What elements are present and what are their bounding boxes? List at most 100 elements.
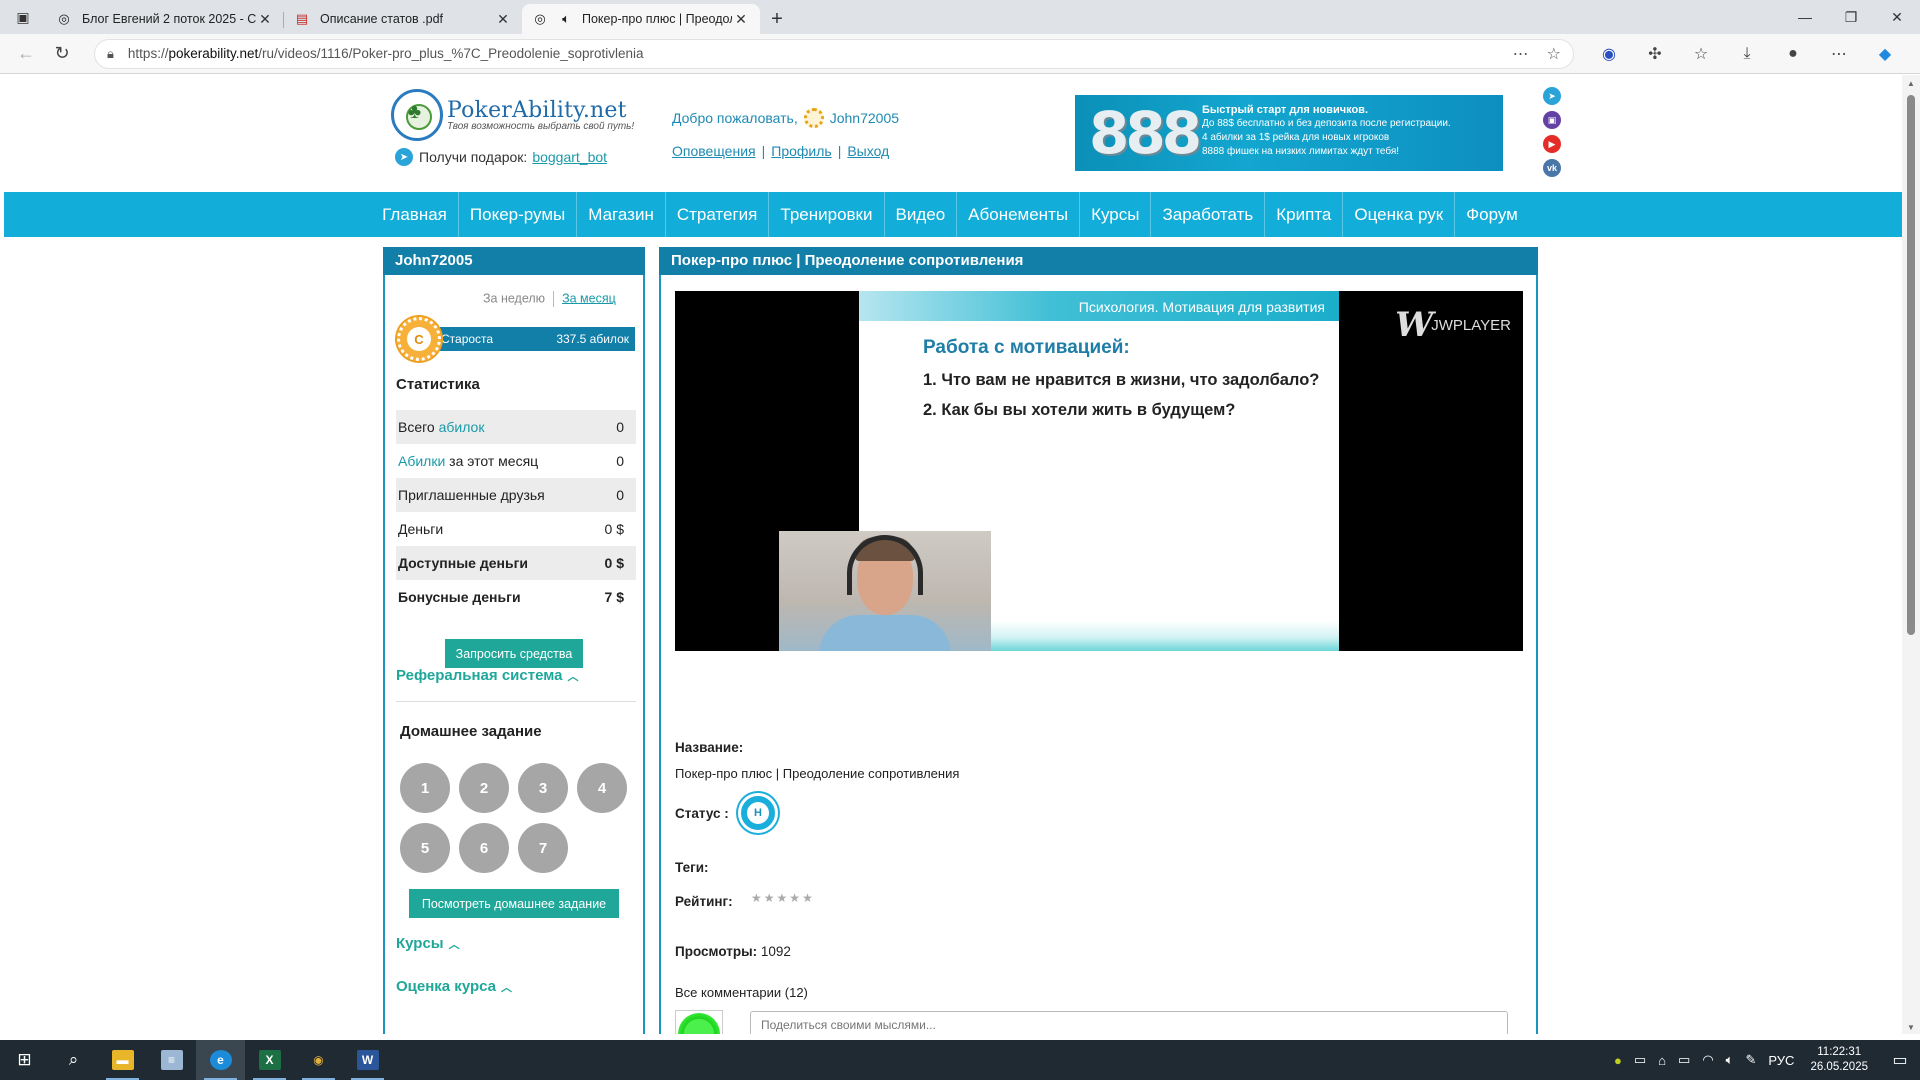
stat-row: Доступные деньги 0 $ — [396, 546, 636, 580]
nav-earn[interactable]: Заработать — [1151, 192, 1266, 237]
usb-icon[interactable]: ⌂ — [1658, 1053, 1666, 1068]
comment-input[interactable] — [750, 1011, 1508, 1034]
notifications-link[interactable]: Оповещения — [672, 143, 756, 159]
twitch-icon[interactable]: ▣ — [1543, 111, 1561, 129]
volume-icon[interactable]: 🔈︎ — [1726, 1052, 1734, 1068]
nav-hand-review[interactable]: Оценка рук — [1343, 192, 1456, 237]
nav-forum[interactable]: Форум — [1455, 192, 1529, 237]
nav-crypto[interactable]: Крипта — [1265, 192, 1344, 237]
promo-banner[interactable]: 888 Быстрый старт для новичков. До 88$ б… — [1075, 95, 1503, 171]
word-icon[interactable]: W — [343, 1040, 392, 1080]
lock-icon[interactable]: 🔒︎ — [107, 46, 114, 62]
user-links: Оповещения | Профиль | Выход — [672, 143, 890, 159]
gift-bot-link[interactable]: boggart_bot — [532, 149, 607, 165]
star-icon[interactable]: ★ — [764, 891, 777, 905]
pen-icon[interactable]: ✎ — [1745, 1052, 1756, 1068]
homework-item[interactable]: 6 — [459, 823, 509, 873]
nav-shop[interactable]: Магазин — [577, 192, 666, 237]
rank-chip-icon: С — [397, 317, 441, 361]
views-label: Просмотры: — [675, 944, 758, 959]
restore-icon[interactable]: ❐ — [1828, 0, 1874, 34]
minimize-icon[interactable]: — — [1782, 0, 1828, 34]
clock[interactable]: 11:22:31 26.05.2025 — [1810, 1045, 1868, 1075]
star-icon[interactable]: ★ — [789, 891, 802, 905]
nav-poker-rooms[interactable]: Покер-румы — [459, 192, 578, 237]
comments-count[interactable]: Все комментарии (12) — [675, 985, 808, 1000]
nav-trainings[interactable]: Тренировки — [769, 192, 885, 237]
star-icon[interactable]: ★ — [802, 891, 815, 905]
favorites-icon[interactable]: ☆ — [1678, 38, 1724, 70]
scrollbar-thumb[interactable] — [1907, 95, 1915, 635]
vk-icon[interactable]: vk — [1543, 159, 1561, 177]
logout-link[interactable]: Выход — [847, 143, 889, 159]
youtube-icon[interactable]: ▶ — [1543, 135, 1561, 153]
stat-row: Деньги 0 $ — [398, 521, 624, 537]
nav-video[interactable]: Видео — [885, 192, 958, 237]
reader-icon[interactable]: ⋯ — [1513, 44, 1529, 64]
security-icon[interactable]: ● — [1614, 1053, 1622, 1068]
extensions-icon[interactable]: ✣ — [1632, 38, 1678, 70]
star-icon[interactable]: ★ — [777, 891, 790, 905]
nav-home[interactable]: Главная — [371, 192, 459, 237]
favorite-star-icon[interactable]: ☆ — [1547, 44, 1561, 64]
request-funds-button[interactable]: Запросить средства — [445, 639, 583, 668]
close-tab-icon[interactable]: ✕ — [256, 11, 274, 28]
profile-avatar-icon[interactable]: ● — [1770, 38, 1816, 70]
tab-pdf[interactable]: ▤ Описание статов .pdf ✕ — [284, 4, 522, 34]
battery-icon[interactable]: ▭ — [1678, 1052, 1690, 1068]
star-icon[interactable]: ★ — [751, 891, 764, 905]
tab-actions-icon[interactable]: ▣ — [0, 0, 46, 34]
name-label: Название: — [675, 740, 744, 755]
referral-toggle[interactable]: Реферальная система ︿ — [396, 667, 578, 684]
close-tab-icon[interactable]: ✕ — [732, 11, 750, 28]
back-icon[interactable]: ← — [8, 38, 44, 70]
vpn-icon[interactable]: ◉ — [1586, 38, 1632, 70]
speaker-icon[interactable]: 🔈︎ — [558, 11, 574, 27]
video-player[interactable]: Психология. Мотивация для развития Работ… — [675, 291, 1523, 651]
nav-courses[interactable]: Курсы — [1080, 192, 1152, 237]
edge-icon[interactable]: e — [196, 1040, 245, 1080]
menu-dots-icon[interactable]: ⋯ — [1816, 38, 1862, 70]
homework-item[interactable]: 1 — [400, 763, 450, 813]
search-icon[interactable]: ⌕ — [49, 1040, 98, 1080]
start-icon[interactable]: ⊞ — [0, 1040, 49, 1080]
homework-item[interactable]: 3 — [518, 763, 568, 813]
nav-subscriptions[interactable]: Абонементы — [957, 192, 1081, 237]
view-homework-button[interactable]: Посмотреть домашнее задание — [409, 889, 619, 918]
wifi-icon[interactable]: ◠ — [1702, 1052, 1713, 1068]
language-indicator[interactable]: РУС — [1768, 1053, 1794, 1068]
copilot-icon[interactable]: ◆ — [1862, 38, 1908, 70]
eye-app-icon[interactable]: ◉ — [294, 1040, 343, 1080]
stat-row: Всего абилок 0 — [396, 410, 636, 444]
courses-toggle[interactable]: Курсы ︿ — [396, 935, 460, 952]
refresh-icon[interactable]: ↻ — [44, 38, 80, 70]
telegram-icon[interactable]: ➤ — [1543, 87, 1561, 105]
notepad-icon[interactable]: ≡ — [147, 1040, 196, 1080]
profile-link[interactable]: Профиль — [771, 143, 831, 159]
close-window-icon[interactable]: ✕ — [1874, 0, 1920, 34]
gift-line: ➤ Получи подарок: boggart_bot — [395, 148, 607, 166]
homework-item[interactable]: 7 — [518, 823, 568, 873]
homework-item[interactable]: 5 — [400, 823, 450, 873]
homework-item[interactable]: 4 — [577, 763, 627, 813]
downloads-icon[interactable]: ⤓ — [1724, 38, 1770, 70]
close-tab-icon[interactable]: ✕ — [494, 11, 512, 28]
period-week[interactable]: За неделю — [483, 291, 545, 305]
new-tab-button[interactable]: + — [760, 4, 794, 34]
course-rating-toggle[interactable]: Оценка курса ︿ — [396, 978, 512, 995]
rating-stars[interactable]: ★★★★★ — [751, 891, 815, 905]
abilki-link[interactable]: абилок — [439, 419, 485, 435]
nav-strategy[interactable]: Стратегия — [666, 192, 770, 237]
page-scrollbar[interactable]: ▲ ▼ — [1902, 75, 1920, 1034]
period-month[interactable]: За месяц — [562, 291, 616, 305]
meet-icon[interactable]: ▭ — [1634, 1052, 1646, 1068]
url-field[interactable]: 🔒︎ https://pokerability.net/ru/videos/11… — [94, 38, 1574, 69]
homework-item[interactable]: 2 — [459, 763, 509, 813]
file-explorer-icon[interactable]: ▬ — [98, 1040, 147, 1080]
excel-icon[interactable]: X — [245, 1040, 294, 1080]
tab-video[interactable]: ◎ 🔈︎ Покер-про плюс | Преодол ✕ — [522, 4, 760, 34]
site-logo[interactable]: PokerAbility.net Твоя возможность выбрат… — [391, 89, 634, 141]
notifications-icon[interactable]: ▭ — [1880, 1040, 1920, 1080]
tab-blog[interactable]: ◎ Блог Евгений 2 поток 2025 - Стр ✕ — [46, 4, 284, 34]
abilki-link[interactable]: Абилки — [398, 453, 445, 469]
